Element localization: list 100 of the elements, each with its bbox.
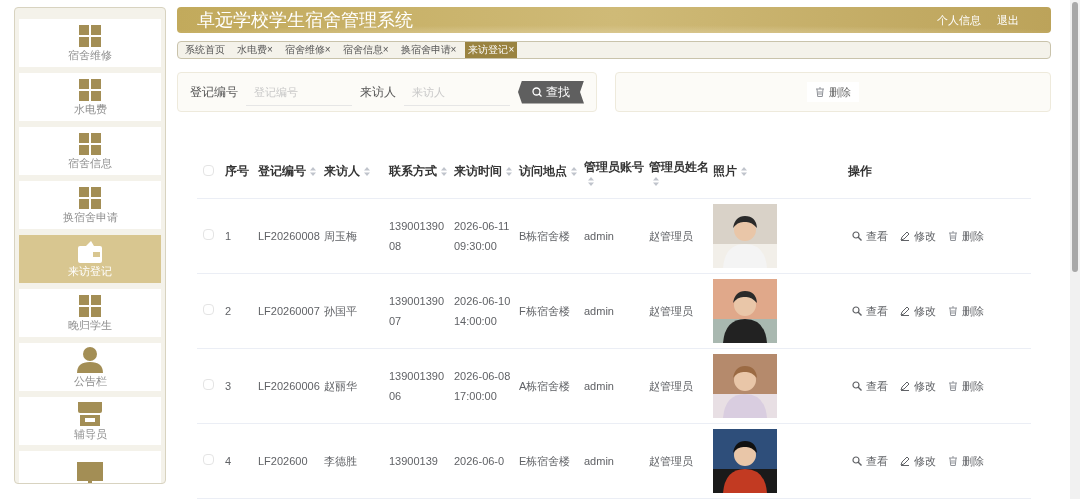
sort-icon[interactable]	[741, 166, 747, 176]
table-cell: 3	[225, 380, 232, 392]
table-cell: F栋宿舍楼	[519, 305, 570, 317]
wallet-icon	[78, 240, 102, 263]
close-icon[interactable]: ×	[267, 44, 273, 55]
grid-icon	[79, 24, 101, 47]
row-action-link[interactable]: 删除	[948, 451, 984, 471]
trash-icon	[948, 231, 958, 241]
row-checkbox[interactable]	[203, 304, 214, 315]
table-cell: 赵丽华	[324, 380, 357, 392]
row-action-link[interactable]: 查看	[852, 376, 888, 396]
sort-icon[interactable]	[364, 166, 370, 176]
pencil-icon	[900, 231, 910, 241]
row-action-link[interactable]: 删除	[948, 226, 984, 246]
sidebar-item[interactable]: 晚归学生	[19, 289, 161, 337]
search-icon	[852, 381, 862, 391]
table-cell: 2026-06-08 17:00:00	[454, 370, 511, 402]
sort-icon[interactable]	[441, 166, 447, 176]
close-icon[interactable]: ×	[382, 44, 389, 55]
row-action-link[interactable]: 查看	[852, 226, 888, 246]
table-cell: admin	[584, 305, 614, 317]
grid-icon	[79, 78, 101, 101]
row-action-link[interactable]: 删除	[948, 376, 984, 396]
table-cell: 赵管理员	[649, 380, 693, 392]
row-action-link[interactable]: 查看	[852, 301, 888, 321]
table-cell: 13900139	[389, 455, 438, 467]
table-cell: LF20260007	[258, 305, 320, 317]
sidebar-item[interactable]: 公告栏	[19, 343, 161, 391]
table-cell: 2026-06-10 14:00:00	[454, 295, 511, 327]
app-title: 卓远学校学生宿舍管理系统	[197, 8, 413, 32]
table-cell: 2026-06-11 09:30:00	[454, 220, 510, 252]
column-header: 操作	[847, 163, 872, 180]
close-icon[interactable]: ×	[324, 44, 331, 55]
table-cell: 赵管理员	[649, 455, 693, 467]
grid-icon	[79, 186, 101, 209]
table-cell: 周玉梅	[324, 230, 357, 242]
search-icon	[852, 306, 862, 316]
sort-icon[interactable]	[588, 176, 594, 186]
table-cell: LF20260006	[258, 380, 320, 392]
row-checkbox[interactable]	[203, 379, 214, 390]
table-cell: 李德胜	[324, 455, 357, 467]
grid-icon	[79, 294, 101, 317]
sidebar-item[interactable]: 宿舍信息	[19, 127, 161, 175]
table-cell: LF20260008	[258, 230, 320, 242]
sort-icon[interactable]	[310, 166, 316, 176]
page-tab[interactable]: 宿舍维修×	[281, 42, 334, 58]
search-icon	[852, 231, 862, 241]
row-checkbox[interactable]	[203, 165, 214, 176]
sidebar-item[interactable]: 辅导员	[19, 397, 161, 445]
table-cell: 2	[225, 305, 232, 317]
row-action-link[interactable]: 修改	[900, 301, 936, 321]
sort-icon[interactable]	[653, 176, 659, 186]
table-cell: A栋宿舍楼	[519, 380, 571, 392]
pencil-icon	[900, 306, 910, 316]
column-header: 照片	[713, 163, 737, 180]
table-cell: 13900139008	[389, 220, 445, 252]
sidebar-item[interactable]: 水电费	[19, 73, 161, 121]
column-header: 管理员姓名	[649, 158, 709, 176]
row-checkbox[interactable]	[203, 454, 214, 465]
table-cell: admin	[584, 230, 614, 242]
row-action-link[interactable]: 修改	[900, 376, 936, 396]
delete-button[interactable]: 删除	[807, 82, 859, 102]
pencil-icon	[900, 456, 910, 466]
scrollbar-thumb[interactable]	[1072, 2, 1078, 272]
sidebar-item[interactable]: 换宿舍申请	[19, 181, 161, 229]
grid-icon	[79, 132, 101, 155]
row-action-link[interactable]: 修改	[900, 451, 936, 471]
table-cell: 2026-06-0	[454, 455, 505, 467]
page-tab[interactable]: 水电费×	[234, 42, 276, 58]
field-label: 来访人	[360, 84, 396, 101]
table-cell: admin	[584, 455, 614, 467]
table-cell: 13900139007	[389, 295, 445, 327]
sort-icon[interactable]	[571, 166, 577, 176]
shop-icon	[77, 401, 103, 426]
page-tab[interactable]: 系统首页	[182, 42, 228, 58]
close-icon[interactable]: ×	[508, 44, 515, 55]
table-cell: 4	[225, 455, 232, 467]
sidebar-item[interactable]: 宿舍维修	[19, 19, 161, 67]
trash-icon	[815, 87, 825, 97]
trash-icon	[948, 456, 958, 466]
table-cell: LF202600	[258, 455, 308, 467]
table-cell: 1	[225, 230, 232, 242]
sort-icon[interactable]	[506, 166, 512, 176]
row-action-link[interactable]: 查看	[852, 451, 888, 471]
page-tab[interactable]: 宿舍信息×	[339, 42, 392, 58]
column-header: 联系方式	[389, 163, 437, 180]
person-icon	[77, 346, 103, 373]
page-tab[interactable]: 来访登记×	[465, 42, 518, 58]
pencil-icon	[900, 381, 910, 391]
table-cell: 赵管理员	[649, 230, 693, 242]
page-tab[interactable]: 换宿舍申请×	[397, 42, 460, 58]
row-checkbox[interactable]	[203, 229, 214, 240]
table-cell: 13900139006	[389, 370, 445, 402]
row-action-link[interactable]: 修改	[900, 226, 936, 246]
find-button[interactable]: 查找	[518, 80, 584, 104]
row-action-link[interactable]: 删除	[948, 301, 984, 321]
column-header: 序号	[225, 163, 249, 180]
close-icon[interactable]: ×	[450, 44, 457, 55]
trash-icon	[948, 306, 958, 316]
table-cell: admin	[584, 380, 614, 392]
